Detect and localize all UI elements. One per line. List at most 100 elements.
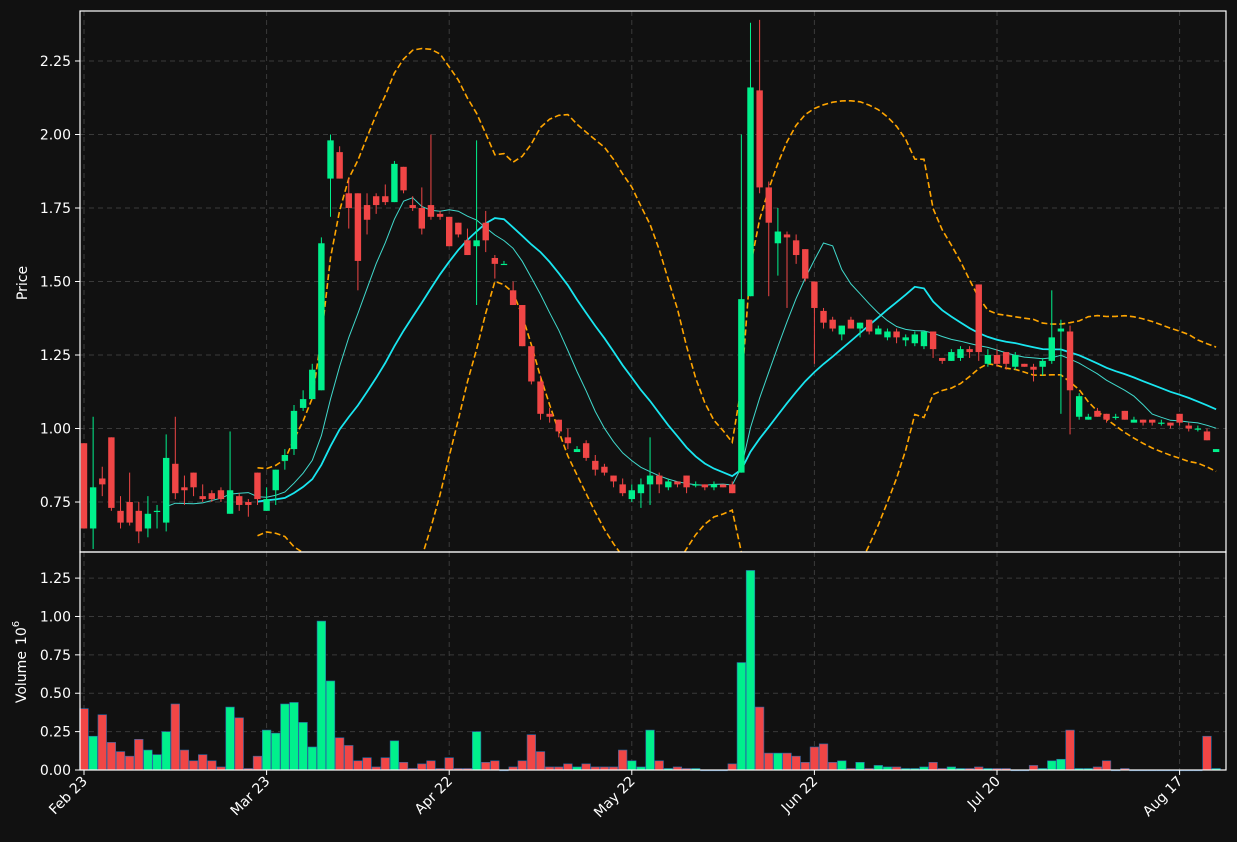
candle-body (299, 399, 307, 408)
price-tick-label: 2.00 (40, 127, 71, 143)
price-tick-label: 1.50 (40, 275, 71, 291)
candle-body (1203, 431, 1211, 441)
candle-body (948, 352, 955, 361)
candle-body (500, 263, 508, 266)
candle-body (1057, 328, 1065, 332)
candle-body (546, 413, 553, 417)
volume-bar (481, 762, 491, 771)
candle-body (1048, 337, 1055, 361)
candle-body (1002, 352, 1010, 364)
candle-body (601, 466, 608, 473)
volume-bar (344, 745, 354, 771)
candle-body (619, 484, 626, 494)
volume-tick-label: 0.00 (40, 763, 71, 779)
volume-bar (261, 729, 272, 771)
volume-bar (1202, 735, 1212, 771)
candle-body (710, 484, 718, 488)
candle-body (409, 205, 416, 208)
volume-bar (389, 740, 400, 771)
candle-body (1103, 413, 1110, 420)
volume-bar (426, 760, 436, 771)
candle-body (336, 152, 343, 179)
candle-body (729, 484, 736, 494)
candle-body (372, 196, 380, 206)
candle-body (1176, 413, 1183, 423)
candle-body (1075, 396, 1083, 417)
volume-bar (79, 708, 89, 771)
candle-body (692, 484, 699, 486)
candle-body (537, 381, 544, 414)
candle-body (975, 284, 982, 353)
candle-body (80, 443, 88, 529)
volume-bar (134, 738, 144, 771)
candle-body (363, 205, 371, 220)
candle-body (400, 166, 407, 191)
volume-bar (645, 729, 655, 771)
volume-bar (353, 760, 363, 771)
volume-bar (855, 762, 865, 771)
candle-body (208, 493, 216, 500)
candle-body (245, 502, 252, 505)
volume-bar (398, 762, 409, 771)
volume-bar (654, 760, 664, 771)
candle-body (418, 207, 426, 229)
candle-body (226, 490, 234, 514)
candle-body (1021, 363, 1028, 367)
volume-bar (143, 749, 153, 771)
volume-bar (234, 717, 244, 771)
candle-body (811, 281, 818, 308)
candle-body (382, 196, 389, 203)
candle-body (263, 499, 270, 511)
volume-axis-exponent-power: 6 (11, 621, 22, 627)
candle-body (509, 290, 517, 306)
volume-bar (791, 755, 801, 771)
volume-bar (298, 722, 308, 771)
volume-bar (1047, 760, 1057, 771)
volume-axis-label: Volume 106 (11, 621, 30, 703)
candle-body (856, 322, 864, 329)
candle-body (637, 484, 645, 494)
candle-body (1012, 355, 1019, 367)
price-tick-label: 1.00 (40, 422, 71, 438)
volume-bar (179, 749, 190, 771)
volume-bar (581, 763, 591, 771)
candle-body (391, 163, 398, 203)
volume-bar (335, 737, 345, 771)
volume-bar (152, 754, 162, 771)
candle-body (738, 299, 745, 473)
volume-bar (161, 731, 171, 771)
price-tick-label: 0.75 (40, 495, 71, 511)
volume-bar (1028, 765, 1039, 771)
candle-body (290, 410, 298, 450)
volume-bar (490, 760, 500, 771)
candle-body (254, 472, 261, 500)
volume-bar (316, 620, 326, 771)
volume-tick-label: 0.25 (40, 725, 71, 741)
volume-axis-label-text: Volume (14, 651, 30, 703)
candle-body (920, 331, 928, 347)
candle-body (309, 369, 316, 400)
candle-body (756, 90, 763, 188)
volume-bar (745, 570, 756, 771)
volume-bar (764, 752, 774, 771)
candle-body (153, 510, 161, 513)
candle-body (1158, 422, 1165, 424)
volume-bar (563, 763, 573, 771)
candle-body (774, 231, 782, 244)
candle-body (838, 325, 845, 335)
volume-bar (1065, 729, 1075, 771)
candle-body (318, 243, 325, 391)
volume-bar (1101, 760, 1112, 771)
candle-body (1167, 422, 1174, 426)
volume-bar (471, 731, 482, 771)
volume-bar (325, 680, 336, 771)
candle-body (792, 240, 800, 256)
candle-body (528, 346, 535, 382)
candle-body (884, 331, 891, 338)
volume-bar (809, 746, 819, 771)
candle-body (1149, 419, 1156, 423)
candle-body (582, 443, 590, 458)
volume-bar (170, 703, 180, 771)
candle-body (162, 457, 170, 523)
candle-body (564, 437, 572, 444)
